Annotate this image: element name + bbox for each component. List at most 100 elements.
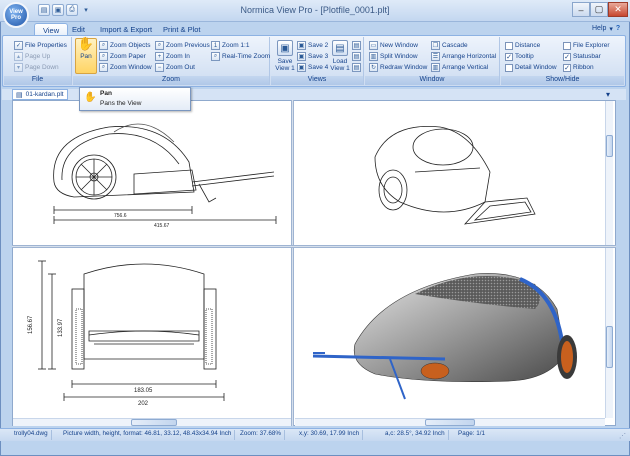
arrange-vertical-button[interactable]: ▥ Arrange Vertical	[431, 62, 496, 73]
cascade-label: Cascade	[442, 42, 468, 49]
tooltip-check: ✓	[505, 52, 513, 61]
file-explorer-label: File Explorer	[573, 42, 610, 49]
zoom-1-1-button[interactable]: 1 Zoom 1:1	[211, 40, 270, 51]
zoom-objects-label: Zoom Objects	[110, 42, 151, 49]
dimension-height-1: 156.67	[28, 315, 34, 334]
save-2-button[interactable]: ▣ Save 2	[297, 40, 328, 51]
split-window-button[interactable]: ▥ Split Window	[369, 51, 427, 62]
zoom-out-button[interactable]: − Zoom Out	[155, 62, 210, 73]
scrollbar-thumb[interactable]	[131, 419, 177, 426]
zoom-objects-button[interactable]: ⌕ Zoom Objects	[99, 40, 152, 51]
pane-top-left-side-view[interactable]: 756.6 415.67	[14, 102, 290, 244]
page-up-button[interactable]: ▴ Page Up	[14, 51, 67, 62]
detail-window-label: Detail Window	[515, 64, 557, 71]
status-filename: trolly04.dwg	[14, 430, 52, 440]
ribbon-check: ✓	[563, 63, 571, 72]
load-view-1-label: Load View 1	[330, 58, 350, 72]
zoom-out-label: Zoom Out	[166, 64, 195, 71]
hand-icon: ✋	[77, 36, 95, 51]
vertical-splitter[interactable]	[291, 100, 294, 426]
chevron-down-icon: ▾	[609, 26, 613, 33]
tab-list-chevron-icon[interactable]: ▾	[606, 90, 610, 99]
zoom-previous-button[interactable]: ⌕ Zoom Previous	[155, 40, 210, 51]
new-window-button[interactable]: ▭ New Window	[369, 40, 427, 51]
load-4-button[interactable]: ▤	[352, 62, 361, 73]
close-button[interactable]: ✕	[608, 2, 628, 17]
arrange-horizontal-icon: ☰	[431, 52, 440, 61]
group-label-views: Views	[271, 76, 363, 85]
document-tab-label: 01-kardan.plt	[25, 91, 64, 98]
file-explorer-checkbox[interactable]: File Explorer	[563, 40, 609, 51]
zoom-paper-label: Zoom Paper	[110, 53, 146, 60]
detail-window-check	[505, 63, 513, 72]
scrollbar-thumb[interactable]	[425, 419, 475, 426]
split-window-label: Split Window	[380, 53, 418, 60]
status-picture-size: Picture width, height, format: 46.81, 33…	[63, 430, 236, 440]
minimize-button[interactable]: –	[572, 2, 590, 17]
tooltip-checkbox[interactable]: ✓ Tooltip	[505, 51, 557, 62]
scrollbar-thumb[interactable]	[606, 326, 613, 368]
arrange-horizontal-button[interactable]: ☰ Arrange Horizontal	[431, 51, 496, 62]
zoom-in-button[interactable]: + Zoom In	[155, 51, 210, 62]
load-view-1-button[interactable]: ▤ Load View 1	[329, 40, 351, 72]
zoom-window-button[interactable]: ⌕ Zoom Window	[99, 62, 152, 73]
dimension-height-2: 133.97	[58, 318, 64, 337]
status-zoom: Zoom: 37.68%	[240, 430, 285, 440]
app-menu-button[interactable]: View Pro	[3, 2, 29, 28]
document-tab[interactable]: ▤ 01-kardan.plt	[12, 89, 68, 100]
ribbon-label: Ribbon	[573, 64, 594, 71]
statusbar-check: ✓	[563, 52, 571, 61]
bottom-left-horizontal-scrollbar[interactable]	[13, 418, 291, 426]
save-4-button[interactable]: ▣ Save 4	[297, 62, 328, 73]
load-3-button[interactable]: ▤	[352, 51, 361, 62]
real-time-zoom-button[interactable]: ⌕ Real-Time Zoom	[211, 51, 270, 62]
distance-label: Distance	[515, 42, 541, 49]
zoom-1-1-label: Zoom 1:1	[222, 42, 250, 49]
redraw-window-button[interactable]: ↻ Redraw Window	[369, 62, 427, 73]
dimension-width-1: 183.05	[134, 388, 153, 394]
page-down-button[interactable]: ▾ Page Down	[14, 62, 67, 73]
pan-tooltip: ✋ Pan Pans the View	[79, 87, 191, 111]
zoom-window-label: Zoom Window	[110, 64, 152, 71]
load-2-button[interactable]: ▤	[352, 40, 361, 51]
zoom-window-icon: ⌕	[99, 63, 108, 72]
file-properties-label: File Properties	[25, 42, 67, 49]
pane-bottom-right-3d-render[interactable]	[295, 249, 605, 419]
save-icon: ▣	[297, 63, 306, 72]
save-icon: ▣	[297, 52, 306, 61]
page-up-icon: ▴	[14, 52, 23, 61]
distance-check	[505, 41, 513, 50]
page-down-label: Page Down	[25, 64, 59, 71]
file-properties-button[interactable]: ✓ File Properties	[14, 40, 67, 51]
maximize-button[interactable]: ▢	[590, 2, 608, 17]
horizontal-splitter[interactable]	[12, 245, 616, 248]
ribbon-checkbox[interactable]: ✓ Ribbon	[563, 62, 609, 73]
zoom-out-icon: −	[155, 63, 164, 72]
distance-checkbox[interactable]: Distance	[505, 40, 557, 51]
zoom-previous-icon: ⌕	[155, 41, 164, 50]
redraw-window-label: Redraw Window	[380, 64, 428, 71]
statusbar-checkbox[interactable]: ✓ Statusbar	[563, 51, 609, 62]
ribbon-group-file: ✓ File Properties ▴ Page Up ▾ Page Down Fil…	[4, 37, 72, 85]
bottom-right-horizontal-scrollbar[interactable]	[295, 418, 605, 426]
pane-bottom-left-front-view[interactable]: 183.05 202 156.67 133.97	[14, 249, 290, 419]
load-icon: ▤	[352, 52, 361, 61]
statusbar-label: Statusbar	[573, 53, 601, 60]
cascade-button[interactable]: ❐ Cascade	[431, 40, 496, 51]
save-3-button[interactable]: ▣ Save 3	[297, 51, 328, 62]
help-menu[interactable]: Help ▾?	[592, 25, 620, 33]
help-icon: ?	[615, 25, 621, 32]
save-view-1-button[interactable]: ▣ Save View 1	[274, 40, 296, 72]
scrollbar-thumb[interactable]	[606, 135, 613, 157]
top-right-vertical-scrollbar[interactable]	[605, 101, 613, 245]
resize-grip-icon[interactable]: ⋰	[619, 432, 626, 440]
tooltip-description: Pans the View	[100, 100, 142, 107]
new-window-icon: ▭	[369, 41, 378, 50]
pane-top-right-isometric-view[interactable]	[295, 102, 605, 244]
zoom-paper-button[interactable]: ⌕ Zoom Paper	[99, 51, 152, 62]
detail-window-checkbox[interactable]: Detail Window	[505, 62, 557, 73]
load-icon: ▤	[352, 63, 361, 72]
save-4-label: Save 4	[308, 64, 329, 71]
bottom-right-vertical-scrollbar[interactable]	[605, 248, 613, 418]
new-window-label: New Window	[380, 42, 418, 49]
